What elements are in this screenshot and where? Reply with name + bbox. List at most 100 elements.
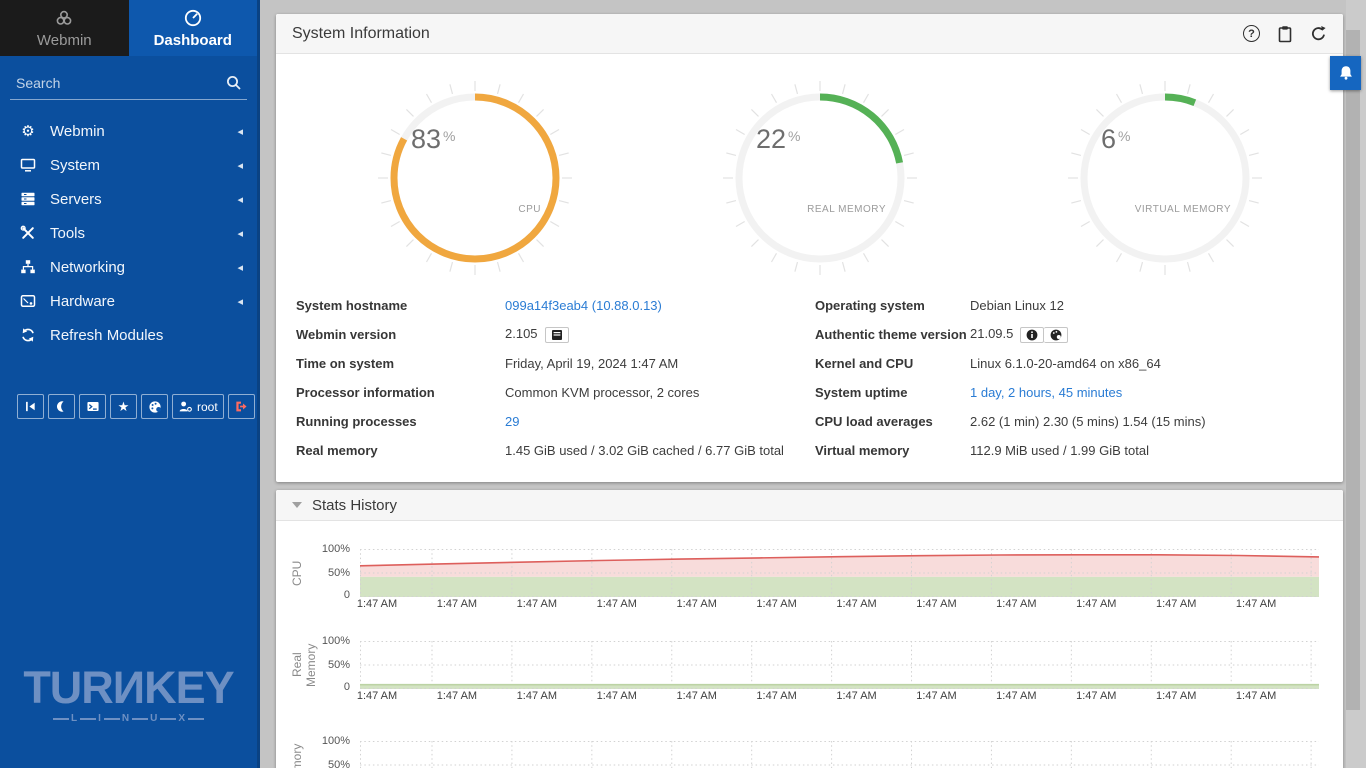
night-mode-button[interactable]	[48, 394, 75, 419]
info-label: CPU load averages	[815, 414, 970, 429]
sidebar-item-hardware[interactable]: Hardware ◂	[0, 284, 257, 318]
stats-history-header[interactable]: Stats History	[276, 490, 1343, 521]
info-value: 2.62 (1 min) 2.30 (5 mins) 1.54 (15 mins…	[970, 414, 1327, 429]
terminal-button[interactable]	[79, 394, 106, 419]
tab-webmin[interactable]: Webmin	[0, 0, 129, 56]
chevron-left-icon: ◂	[237, 227, 243, 240]
real-memory-history-chart: Real Memory100%50%01:47 AM1:47 AM1:47 AM…	[276, 628, 1343, 708]
ytick-label: 50%	[328, 567, 350, 579]
sidebar-item-label: Networking	[50, 259, 237, 276]
tools-icon	[18, 225, 38, 241]
info-value: 29	[505, 414, 815, 429]
sidebar-item-label: Refresh Modules	[50, 327, 243, 344]
tab-label: Webmin	[37, 32, 92, 49]
sidebar: Webmin Dashboard ⚙ Webmin ◂	[0, 0, 260, 768]
scrollbar-thumb[interactable]	[1346, 30, 1360, 710]
xtick-label: 1:47 AM	[437, 598, 477, 610]
sidebar-item-system[interactable]: System ◂	[0, 148, 257, 182]
chart-plot	[360, 641, 1319, 689]
virtual-memory-gauge: 6% VIRTUAL MEMORY	[1065, 78, 1265, 278]
tab-dashboard[interactable]: Dashboard	[129, 0, 258, 56]
info-label: Kernel and CPU	[815, 356, 970, 371]
clipboard-icon[interactable]	[1277, 25, 1293, 43]
xtick-label: 1:47 AM	[1236, 690, 1276, 702]
search-row	[10, 70, 247, 100]
info-value-link[interactable]: 29	[505, 414, 519, 429]
stats-history-panel: Stats History CPU100%50%01:47 AM1:47 AM1…	[276, 490, 1343, 768]
info-value: 21.09.5	[970, 326, 1327, 343]
info-value: 112.9 MiB used / 1.99 GiB total	[970, 443, 1327, 458]
sidebar-item-networking[interactable]: Networking ◂	[0, 250, 257, 284]
xtick-label: 1:47 AM	[1076, 690, 1116, 702]
info-label: System uptime	[815, 385, 970, 400]
hardware-icon	[18, 293, 38, 309]
sidebar-item-label: Hardware	[50, 293, 237, 310]
theme-palette-button[interactable]	[141, 394, 168, 419]
info-value: Friday, April 19, 2024 1:47 AM	[505, 356, 815, 371]
notifications-button[interactable]	[1330, 56, 1361, 90]
xtick-label: 1:47 AM	[916, 690, 956, 702]
system-information-panel: System Information ? 83% CPU 22% REAL ME…	[276, 14, 1343, 482]
xtick-label: 1:47 AM	[756, 690, 796, 702]
help-icon[interactable]: ?	[1243, 25, 1260, 42]
chart-yticks: 100%50%0	[302, 641, 354, 689]
bell-icon	[1338, 65, 1354, 81]
sidebar-item-tools[interactable]: Tools ◂	[0, 216, 257, 250]
refresh-icon	[18, 327, 38, 343]
user-settings-button[interactable]: root	[172, 394, 224, 419]
palette-icon[interactable]	[1044, 327, 1068, 343]
info-value: Common KVM processor, 2 cores	[505, 385, 815, 400]
page-title: System Information	[292, 25, 430, 43]
sidebar-item-refresh-modules[interactable]: Refresh Modules	[0, 318, 257, 352]
info-label: Webmin version	[296, 327, 505, 342]
sidebar-menu: ⚙ Webmin ◂ System ◂ Servers ◂	[0, 114, 257, 352]
stats-history-title: Stats History	[312, 497, 397, 514]
xtick-label: 1:47 AM	[437, 690, 477, 702]
info-value: Linux 6.1.0-20-amd64 on x86_64	[970, 356, 1327, 371]
gear-icon: ⚙	[18, 122, 38, 140]
sidebar-item-servers[interactable]: Servers ◂	[0, 182, 257, 216]
turnkey-logo: TURИKEY LINUX	[0, 665, 257, 724]
info-value: 1 day, 2 hours, 45 minutes	[970, 385, 1327, 400]
info-value-link[interactable]: 099a14f3eab4 (10.88.0.13)	[505, 298, 662, 313]
ytick-label: 0	[344, 589, 350, 601]
xtick-label: 1:47 AM	[597, 690, 637, 702]
page-scrollbar[interactable]	[1346, 0, 1366, 768]
sidebar-item-label: System	[50, 157, 237, 174]
gauge-label: CPU	[375, 204, 541, 215]
cluster-icon	[54, 8, 74, 28]
monitor-icon	[18, 157, 38, 173]
sidebar-quick-buttons: ★ root	[17, 394, 255, 419]
cpu-history-chart: CPU100%50%01:47 AM1:47 AM1:47 AM1:47 AM1…	[276, 536, 1343, 616]
xtick-label: 1:47 AM	[836, 690, 876, 702]
chart-xticks: 1:47 AM 1:47 AM 1:47 AM 1:47 AM 1:47 AM 1:47 …	[360, 690, 1319, 704]
chart-plot	[360, 741, 1319, 768]
logout-button[interactable]	[228, 394, 255, 419]
gauge-label: VIRTUAL MEMORY	[1065, 204, 1231, 215]
gauge-value: 83%	[411, 124, 456, 155]
chart-plot	[360, 549, 1319, 597]
xtick-label: 1:47 AM	[1076, 598, 1116, 610]
xtick-label: 1:47 AM	[597, 598, 637, 610]
network-icon	[18, 259, 38, 275]
xtick-label: 1:47 AM	[756, 598, 796, 610]
xtick-label: 1:47 AM	[996, 598, 1036, 610]
info-icon[interactable]	[1020, 327, 1044, 343]
xtick-label: 1:47 AM	[676, 598, 716, 610]
sidebar-item-label: Servers	[50, 191, 237, 208]
ytick-label: 50%	[328, 759, 350, 768]
info-value-link[interactable]: 1 day, 2 hours, 45 minutes	[970, 385, 1122, 400]
gauge-icon	[183, 8, 203, 28]
favorites-button[interactable]: ★	[110, 394, 137, 419]
collapse-icon	[292, 502, 302, 508]
star-icon: ★	[118, 399, 130, 415]
refresh-icon[interactable]	[1310, 25, 1327, 42]
package-icon[interactable]	[545, 327, 569, 343]
collapse-sidebar-button[interactable]	[17, 394, 44, 419]
chart-yticks: 100%50%0	[302, 549, 354, 597]
xtick-label: 1:47 AM	[996, 690, 1036, 702]
sidebar-item-webmin[interactable]: ⚙ Webmin ◂	[0, 114, 257, 148]
ytick-label: 100%	[322, 735, 350, 747]
info-label: Processor information	[296, 385, 505, 400]
search-input[interactable]	[10, 70, 247, 96]
